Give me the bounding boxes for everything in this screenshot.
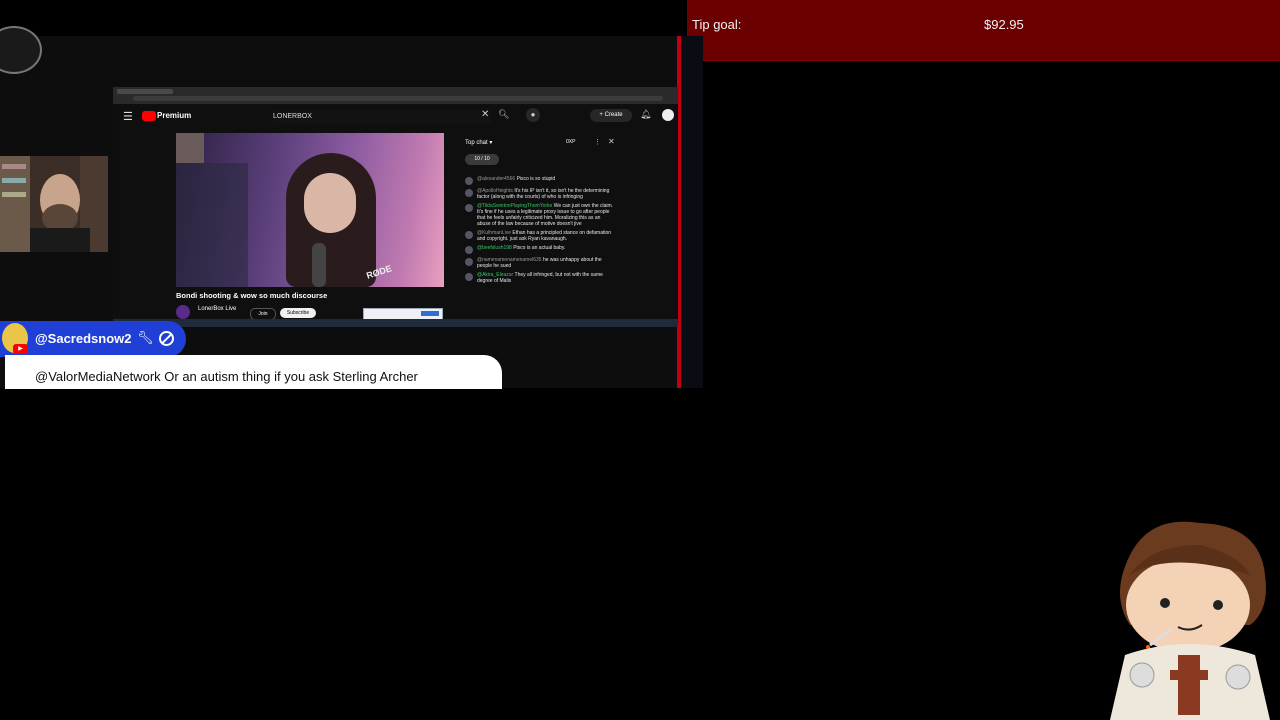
mascot-character	[1110, 521, 1270, 720]
youtube-logo-icon[interactable]	[142, 111, 156, 121]
chat-mode-label: Top chat	[465, 140, 488, 146]
video-pip-cam	[176, 133, 204, 163]
chat-message: @Akira_Eleazar They all infringed, but n…	[465, 272, 615, 284]
address-bar[interactable]	[133, 96, 663, 101]
chat-message-text: @namenamenamenamel635 he was unhappy abo…	[477, 257, 615, 269]
notifications-icon[interactable]: 🔔︎	[640, 109, 651, 120]
chat-message: @ApolloHeights It's his IP isn't it, so …	[465, 188, 615, 200]
video-chat-overlay	[176, 163, 248, 287]
chat-message-text: @alexander4566 Pisco is so stupid	[477, 176, 555, 185]
create-label: Create	[604, 112, 623, 118]
chat-avatar[interactable]	[465, 177, 473, 185]
chat-overlay-message-box: @ValorMediaNetwork Or an autism thing if…	[5, 355, 502, 389]
chat-message: @TildaSwintonPlayingThomYorke We can jus…	[465, 203, 615, 227]
chat-author[interactable]: @beefslush198	[477, 245, 512, 251]
video-title: Bondi shooting & wow so much discourse	[176, 291, 328, 300]
account-avatar[interactable]	[662, 109, 674, 121]
tip-goal-bar: Tip goal: $92.95	[687, 0, 1280, 61]
chat-counter-pill[interactable]: 10 / 10	[465, 154, 499, 165]
chat-body: Pisco is so stupid	[516, 176, 556, 182]
chat-mode-dropdown[interactable]: Top chat ▾	[465, 139, 492, 146]
search-value: LONERBOX	[273, 113, 312, 120]
chat-message-text: @beefslush198 Pisco is an actual baby.	[477, 245, 565, 254]
browser-chrome	[113, 87, 678, 104]
chat-avatar[interactable]	[465, 273, 473, 281]
streamer-face	[304, 173, 356, 233]
video-player[interactable]: RØDE	[176, 133, 444, 287]
subscribe-button[interactable]: Subscribe	[280, 308, 316, 318]
hamburger-menu-icon[interactable]: ☰	[123, 110, 133, 123]
youtube-badge-icon: ▶	[13, 344, 28, 354]
host-webcam	[0, 156, 108, 252]
close-icon[interactable]: ✕	[608, 137, 615, 146]
chat-author[interactable]: @alexander4566	[477, 176, 515, 182]
chat-message: @namenamenamenamel635 he was unhappy abo…	[465, 257, 615, 269]
chat-avatar[interactable]	[465, 189, 473, 197]
capture-edge	[681, 36, 703, 388]
chat-message: @KulhmanLive Ethan has a principled stan…	[465, 230, 615, 242]
search-icon[interactable]: 🔍︎	[498, 109, 509, 120]
chat-avatar[interactable]	[465, 231, 473, 239]
tip-goal-label: Tip goal:	[692, 17, 742, 32]
chat-message-text: @TildaSwintonPlayingThomYorke We can jus…	[477, 203, 615, 227]
microphone-stand	[312, 243, 326, 287]
chat-avatar[interactable]	[465, 204, 473, 212]
chat-body: Pisco is an actual baby.	[513, 245, 566, 251]
embedded-browser: ☰ Premium LONERBOX ✕ 🔍︎ ● + Create 🔔︎ RØ…	[113, 87, 678, 327]
more-options-icon[interactable]: ⋮	[594, 138, 601, 146]
chat-xp-badge[interactable]: 0XP	[566, 139, 575, 145]
chat-message-text: @KulhmanLive Ethan has a principled stan…	[477, 230, 615, 242]
overlay-username: @Sacredsnow2	[35, 331, 132, 346]
youtube-brand[interactable]: Premium	[157, 111, 191, 120]
chat-avatar[interactable]	[465, 258, 473, 266]
popup-action-button[interactable]	[421, 311, 439, 316]
tip-goal-amount: $92.95	[984, 17, 1024, 32]
chat-avatar[interactable]	[465, 246, 473, 254]
wrench-icon: 🔧︎	[137, 330, 154, 345]
chat-messages: @alexander4566 Pisco is so stupid @Apollo…	[465, 176, 615, 287]
channel-name[interactable]: LonerBox Live	[198, 306, 236, 312]
chat-message: @beefslush198 Pisco is an actual baby.	[465, 245, 615, 254]
youtube-header: ☰ Premium LONERBOX ✕ 🔍︎ ● + Create 🔔︎	[113, 107, 678, 127]
browser-tab[interactable]	[117, 89, 173, 94]
channel-avatar[interactable]	[176, 305, 190, 319]
chat-message-text: @ApolloHeights It's his IP isn't it, so …	[477, 188, 615, 200]
microphone-icon[interactable]: ●	[526, 108, 540, 122]
live-chat-panel: Top chat ▾ 0XP ⋮ ✕ 10 / 10 @alexander456…	[458, 133, 623, 319]
moderator-icon	[159, 331, 174, 346]
create-button[interactable]: + Create	[590, 109, 632, 122]
chat-message: @alexander4566 Pisco is so stupid	[465, 176, 615, 185]
chat-message-text: @Akira_Eleazar They all infringed, but n…	[477, 272, 615, 284]
os-taskbar	[113, 319, 678, 327]
search-input[interactable]: LONERBOX	[273, 110, 491, 124]
clear-search-icon[interactable]: ✕	[481, 109, 489, 120]
overlay-message: @ValorMediaNetwork Or an autism thing if…	[35, 369, 418, 384]
